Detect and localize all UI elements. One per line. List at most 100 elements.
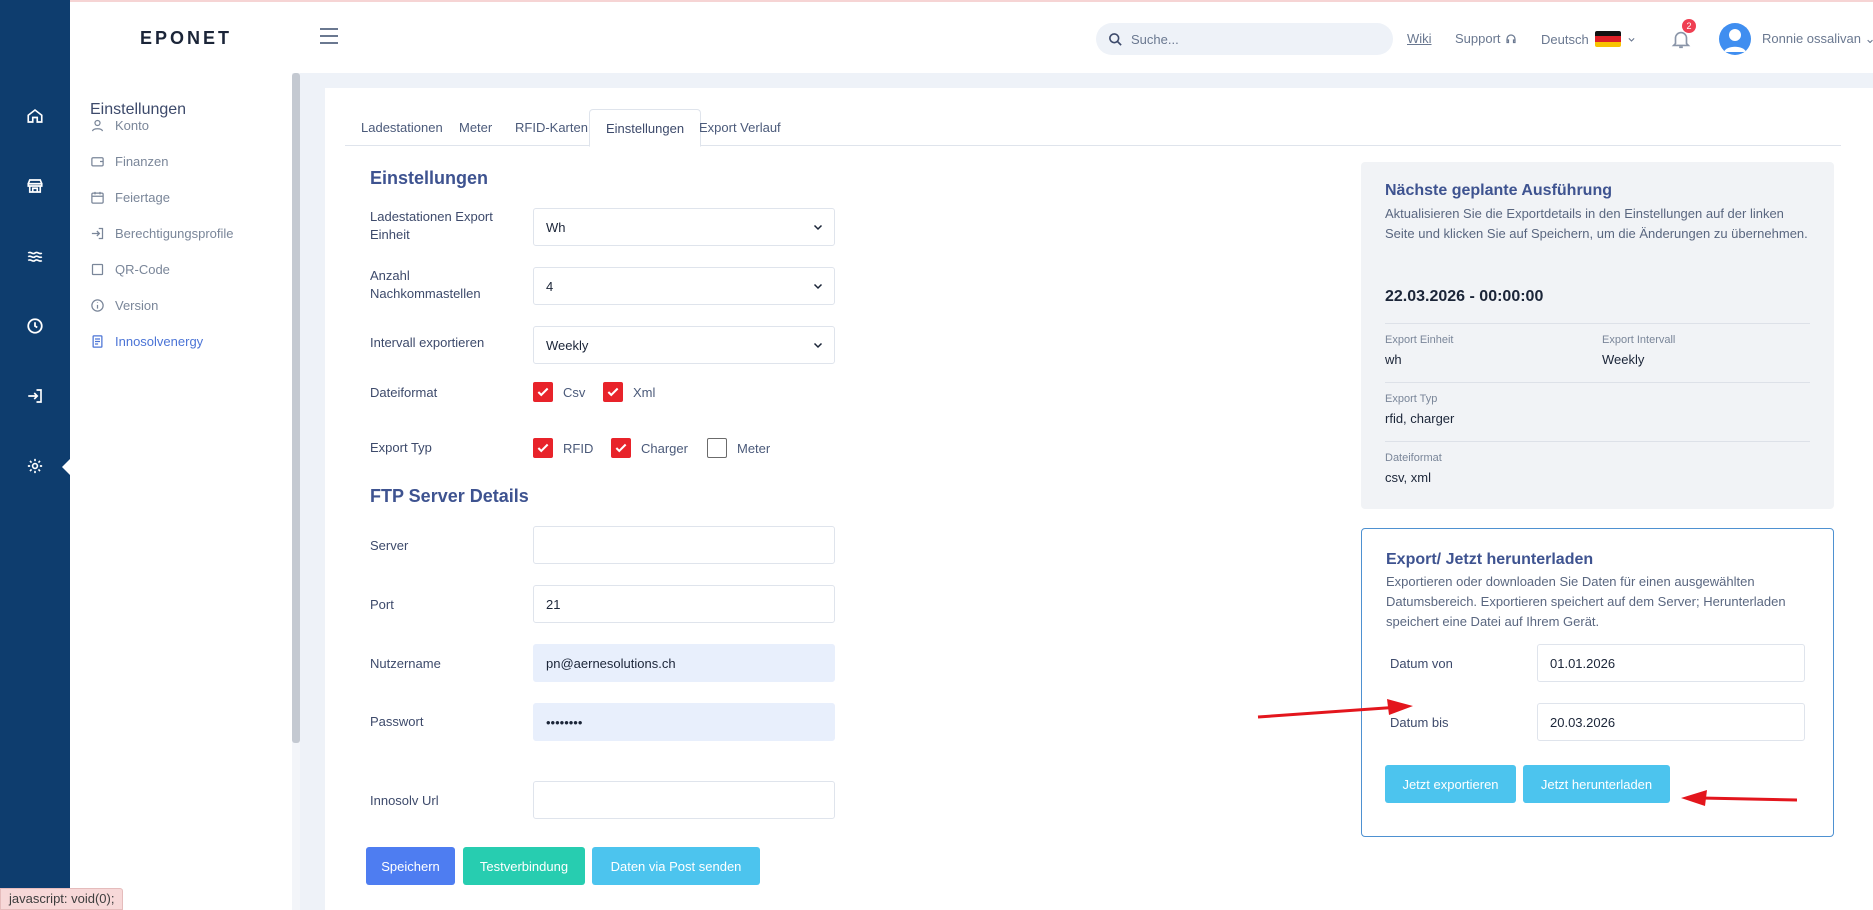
wallet-icon [91,157,104,167]
sidebar-item-label: Berechtigungsprofile [115,226,234,241]
user-icon [91,119,104,132]
decimals-select[interactable]: 4 [533,267,835,305]
checkbox-checked-icon [603,382,623,402]
nav-history[interactable] [0,306,70,346]
export-type-label: Export Typ [370,440,432,455]
avatar[interactable] [1719,23,1751,55]
server-input[interactable] [533,526,835,564]
export-type-meta-value: rfid, charger [1385,411,1455,426]
home-icon [27,108,43,123]
divider [1385,323,1810,324]
export-unit-label: Ladestationen Export Einheit [370,209,493,242]
csv-label: Csv [563,384,586,400]
nav-settings[interactable] [0,446,70,486]
charger-checkbox[interactable]: Charger [611,438,688,458]
annotation-arrow-icon [1681,790,1797,806]
export-unit-meta-value: wh [1385,352,1402,367]
flag-de-icon [1594,31,1621,47]
support-link[interactable]: Support [1455,31,1517,46]
interval-value: Weekly [546,337,589,353]
sidebar-item-finanzen[interactable]: Finanzen [90,154,168,169]
csv-checkbox[interactable]: Csv [533,382,585,402]
file-format-meta-value: csv, xml [1385,470,1431,485]
store-icon [27,179,43,193]
search-input[interactable] [1131,31,1371,47]
notification-badge: 2 [1682,19,1696,33]
charger-label: Charger [641,440,688,456]
main-card: Ladestationen Meter RFID-Karten Einstell… [325,88,1873,910]
headset-icon [1505,33,1516,43]
server-label: Server [370,538,409,553]
decimals-label: Anzahl Nachkommastellen [370,268,481,301]
xml-label: Xml [633,384,656,400]
sidebar-item-label: Finanzen [115,154,169,169]
language-selector[interactable]: Deutsch [1541,31,1636,47]
send-via-post-button[interactable]: Daten via Post senden [592,847,760,885]
date-from-input[interactable]: 01.01.2026 [1537,644,1805,682]
nav-waves[interactable] [0,236,70,276]
meter-checkbox[interactable]: Meter [707,438,770,458]
username-value: pn@aernesolutions.ch [546,655,676,671]
calendar-icon [91,191,104,204]
wiki-link[interactable]: Wiki [1407,31,1432,46]
sidebar-item-label: Innosolvenergy [115,334,204,349]
export-unit-select[interactable]: Wh [533,208,835,246]
sidebar-item-label: Feiertage [115,190,170,205]
checkbox-checked-icon [533,438,553,458]
user-name[interactable]: Ronnie ossalivan ⌄ [1762,31,1873,47]
sidebar-item-konto[interactable]: Konto [90,118,149,133]
gear-icon [27,458,43,474]
sidebar-item-version[interactable]: Version [90,298,158,313]
checkbox-unchecked-icon [707,438,727,458]
port-label: Port [370,597,394,612]
export-description: Exportieren oder downloaden Sie Daten fü… [1386,574,1786,629]
language-label: Deutsch [1541,31,1589,47]
port-input[interactable]: 21 [533,585,835,623]
annotation-arrow-icon [1257,699,1413,719]
sidebar-item-berechtigungsprofile[interactable]: Berechtigungsprofile [90,226,234,241]
export-interval-meta-label: Export Intervall [1602,334,1676,346]
port-value: 21 [546,596,561,612]
nav-store[interactable] [0,166,70,206]
menu-icon[interactable] [320,28,338,44]
sidebar-scrollbar-thumb[interactable] [292,73,300,743]
export-unit-value: Wh [546,219,566,235]
export-now-button[interactable]: Jetzt exportieren [1385,765,1516,803]
logo: EPONET [140,28,233,48]
login-icon [91,227,104,240]
user-avatar-icon [1724,29,1746,52]
tab-ladestationen[interactable]: Ladestationen [345,109,459,146]
sidebar-item-label: QR-Code [115,262,170,277]
sidebar-item-label: Version [115,298,159,313]
decimals-value: 4 [546,278,554,294]
document-icon [92,335,103,348]
url-input[interactable] [533,781,835,819]
username-input[interactable]: pn@aernesolutions.ch [533,644,835,682]
settings-title: Einstellungen [370,168,489,188]
password-input[interactable]: •••••••• [533,703,835,741]
test-connection-button[interactable]: Testverbindung [463,847,585,885]
interval-select[interactable]: Weekly [533,326,835,364]
sidebar-item-feiertage[interactable]: Feiertage [90,190,170,205]
meter-label: Meter [737,440,771,456]
nav-home[interactable] [0,96,70,136]
sidebar-title: Einstellungen [90,101,187,118]
username-label: Nutzername [370,656,441,671]
rfid-checkbox[interactable]: RFID [533,438,593,458]
search-box[interactable] [1096,23,1393,55]
tab-bar: Ladestationen Meter RFID-Karten Einstell… [345,109,1841,147]
login-icon [28,389,42,403]
save-button[interactable]: Speichern [366,847,455,885]
tab-export-verlauf[interactable]: Export Verlauf [683,109,797,146]
user-name-label: Ronnie ossalivan [1762,31,1862,46]
xml-checkbox[interactable]: Xml [603,382,655,402]
sidebar-item-innosolvenergy[interactable]: Innosolvenergy [90,334,203,349]
next-run-title: Nächste geplante Ausführung [1385,182,1612,199]
export-unit-meta-label: Export Einheit [1385,334,1454,346]
sidebar-item-qr-code[interactable]: QR-Code [90,262,170,277]
download-now-button[interactable]: Jetzt herunterladen [1523,765,1670,803]
nav-login[interactable] [0,376,70,416]
date-to-input[interactable]: 20.03.2026 [1537,703,1805,741]
clock-icon [27,318,43,334]
settings-sidebar: Einstellungen Konto Finanzen Feiertage B… [70,73,300,910]
